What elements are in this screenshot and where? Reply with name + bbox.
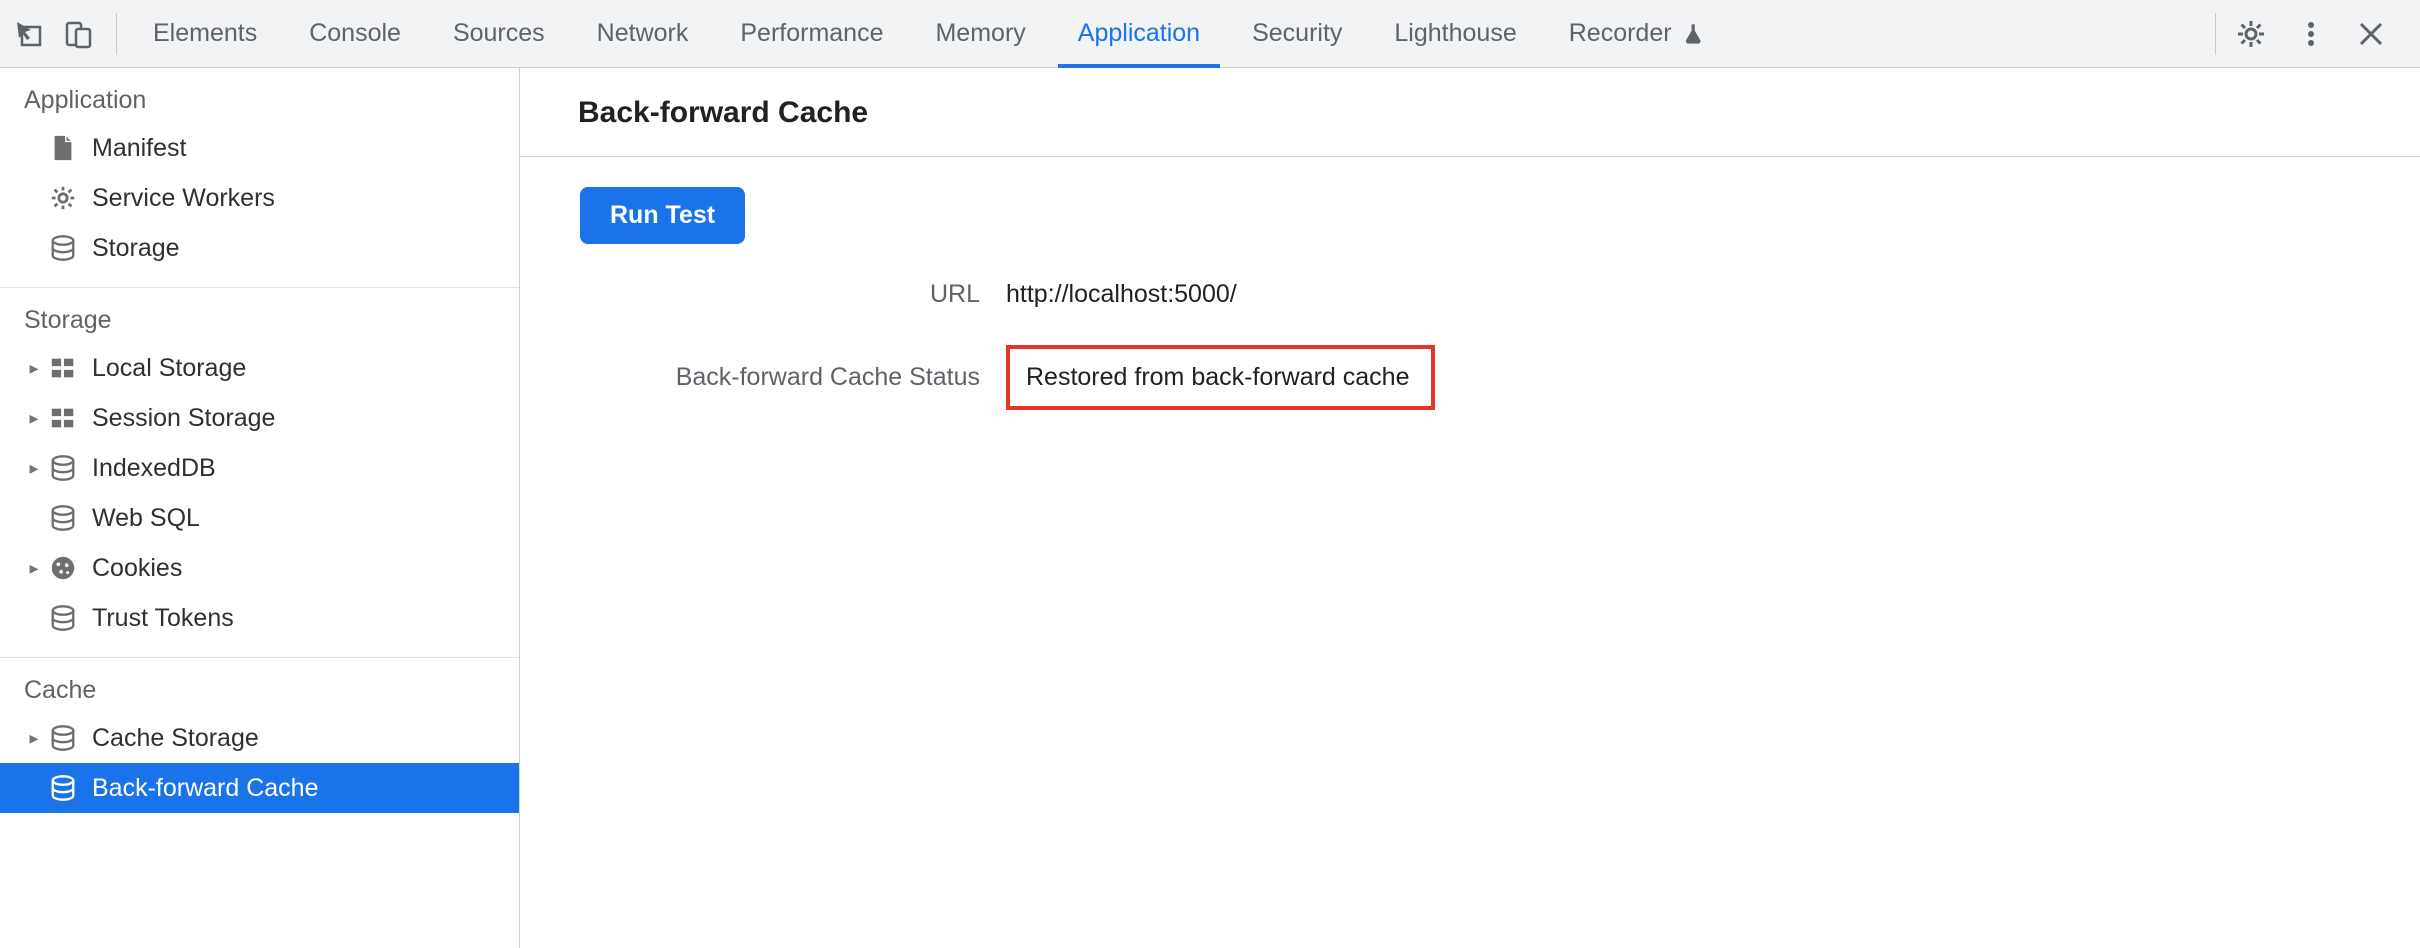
tab-recorder[interactable]: Recorder — [1543, 0, 1732, 67]
close-icon[interactable] — [2356, 19, 2386, 49]
tab-label: Performance — [740, 19, 883, 48]
tab-label: Security — [1252, 19, 1342, 48]
tab-console[interactable]: Console — [283, 0, 427, 67]
sidebar-item-trust-tokens[interactable]: ▸Trust Tokens — [0, 593, 519, 643]
url-value: http://localhost:5000/ — [1006, 280, 2420, 309]
tab-performance[interactable]: Performance — [714, 0, 909, 67]
sidebar-item-cache-storage[interactable]: ▸ Cache Storage — [0, 713, 519, 763]
sidebar-item-session-storage[interactable]: ▸ Session Storage — [0, 393, 519, 443]
db-icon — [48, 503, 78, 533]
tab-application[interactable]: Application — [1052, 0, 1226, 67]
sidebar-item-label: Session Storage — [92, 404, 275, 433]
sidebar-item-label: Local Storage — [92, 354, 246, 383]
tab-label: Application — [1078, 19, 1200, 48]
settings-icon[interactable] — [2236, 19, 2266, 49]
grid-icon — [48, 403, 78, 433]
db-icon — [48, 453, 78, 483]
disclosure-triangle-icon[interactable]: ▸ — [24, 728, 44, 749]
grid-icon — [48, 353, 78, 383]
tab-security[interactable]: Security — [1226, 0, 1368, 67]
run-test-button[interactable]: Run Test — [580, 187, 745, 244]
disclosure-triangle-icon[interactable]: ▸ — [24, 358, 44, 379]
sidebar-item-label: Manifest — [92, 134, 186, 163]
sidebar-item-back-forward-cache[interactable]: ▸Back-forward Cache — [0, 763, 519, 813]
application-sidebar: Application▸Manifest▸Service Workers▸Sto… — [0, 68, 520, 948]
tab-label: Memory — [935, 19, 1025, 48]
disclosure-triangle-icon[interactable]: ▸ — [24, 558, 44, 579]
tab-label: Recorder — [1569, 19, 1672, 48]
disclosure-triangle-icon[interactable]: ▸ — [24, 458, 44, 479]
sidebar-item-label: Web SQL — [92, 504, 200, 533]
tab-label: Network — [597, 19, 689, 48]
db-icon — [48, 773, 78, 803]
file-icon — [48, 133, 78, 163]
tab-lighthouse[interactable]: Lighthouse — [1368, 0, 1542, 67]
url-label: URL — [580, 280, 980, 309]
sidebar-item-storage[interactable]: ▸Storage — [0, 223, 519, 273]
sidebar-item-label: Cache Storage — [92, 724, 259, 753]
tab-memory[interactable]: Memory — [909, 0, 1051, 67]
sidebar-item-manifest[interactable]: ▸Manifest — [0, 123, 519, 173]
tab-label: Console — [309, 19, 401, 48]
sidebar-item-label: Trust Tokens — [92, 604, 234, 633]
sidebar-item-label: Cookies — [92, 554, 182, 583]
bfcache-status-value: Restored from back-forward cache — [1006, 345, 2420, 410]
sidebar-item-web-sql[interactable]: ▸Web SQL — [0, 493, 519, 543]
tab-sources[interactable]: Sources — [427, 0, 571, 67]
content-pane: Back-forward Cache Run Test URL http://l… — [520, 68, 2420, 948]
inspect-icon[interactable] — [14, 19, 44, 49]
bfcache-status-highlight: Restored from back-forward cache — [1006, 345, 1435, 410]
bfcache-status-label: Back-forward Cache Status — [580, 363, 980, 392]
devtools-tabs: Elements Console Sources Network Performance… — [127, 0, 2215, 67]
sidebar-item-indexeddb[interactable]: ▸ IndexedDB — [0, 443, 519, 493]
tab-label: Elements — [153, 19, 257, 48]
tab-network[interactable]: Network — [571, 0, 715, 67]
tab-elements[interactable]: Elements — [127, 0, 283, 67]
content-title: Back-forward Cache — [520, 68, 2420, 157]
devtools-toolbar: Elements Console Sources Network Performance… — [0, 0, 2420, 68]
toggle-device-icon[interactable] — [64, 19, 94, 49]
sidebar-item-local-storage[interactable]: ▸ Local Storage — [0, 343, 519, 393]
disclosure-triangle-icon[interactable]: ▸ — [24, 408, 44, 429]
tab-label: Sources — [453, 19, 545, 48]
sidebar-item-service-workers[interactable]: ▸Service Workers — [0, 173, 519, 223]
db-icon — [48, 603, 78, 633]
sidebar-item-label: Service Workers — [92, 184, 275, 213]
cookie-icon — [48, 553, 78, 583]
db-icon — [48, 233, 78, 263]
sidebar-section-title: Storage — [0, 288, 519, 343]
db-icon — [48, 723, 78, 753]
more-icon[interactable] — [2296, 19, 2326, 49]
sidebar-item-label: Storage — [92, 234, 180, 263]
sidebar-section-title: Application — [0, 68, 519, 123]
flask-icon — [1682, 22, 1706, 46]
sidebar-section-title: Cache — [0, 658, 519, 713]
sidebar-item-label: Back-forward Cache — [92, 774, 318, 803]
sidebar-item-cookies[interactable]: ▸ Cookies — [0, 543, 519, 593]
gear-icon — [48, 183, 78, 213]
tab-label: Lighthouse — [1394, 19, 1516, 48]
sidebar-item-label: IndexedDB — [92, 454, 216, 483]
